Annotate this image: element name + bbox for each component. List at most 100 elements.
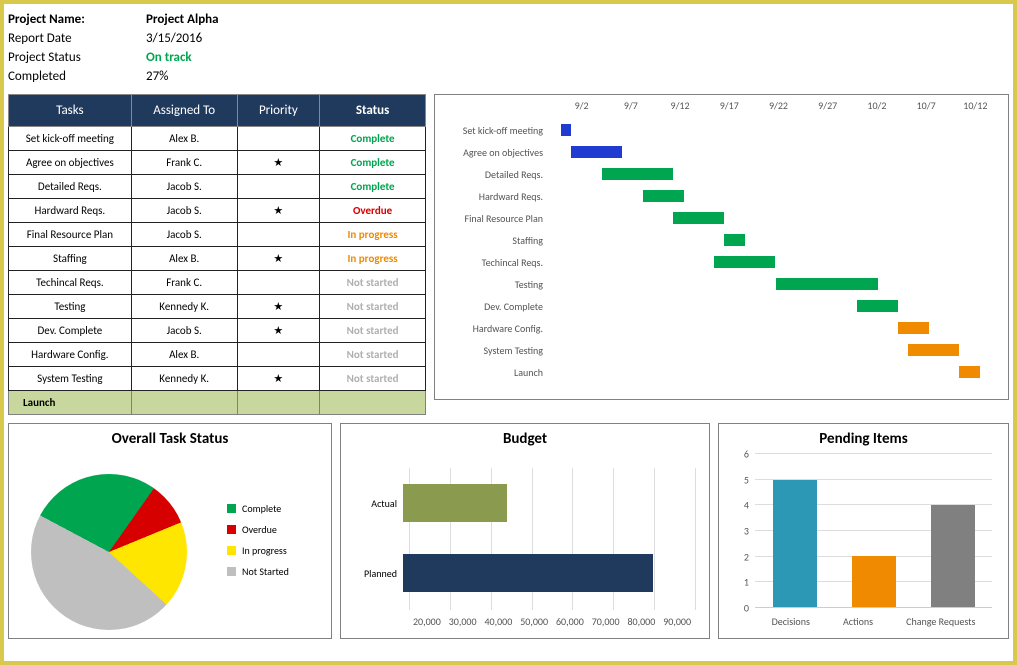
budget-x-tick: 80,000: [624, 615, 660, 628]
priority-cell: [237, 175, 320, 199]
gantt-bar: [602, 168, 673, 180]
legend-label: Overdue: [242, 523, 277, 536]
gantt-bar: [908, 344, 959, 356]
table-row: System Testing Kennedy K. ★ Not started: [9, 367, 426, 391]
completed-value: 27%: [146, 69, 168, 84]
gantt-task-label: System Testing: [435, 344, 551, 357]
gantt-x-tick: 9/7: [606, 99, 655, 112]
legend-swatch: [227, 567, 236, 576]
gantt-bar: [898, 322, 929, 334]
gantt-row: Set kick-off meeting: [435, 119, 1000, 141]
legend-item: Complete: [227, 502, 289, 515]
status-cell: Complete: [320, 127, 426, 151]
status-cell: Complete: [320, 175, 426, 199]
status-cell: Not started: [320, 295, 426, 319]
priority-cell: [237, 223, 320, 247]
gantt-x-tick: 9/12: [655, 99, 704, 112]
gantt-bar: [724, 234, 744, 246]
assigned-cell: Alex B.: [131, 343, 237, 367]
gantt-row: Hardward Reqs.: [435, 185, 1000, 207]
gantt-task-label: Hardware Config.: [435, 322, 551, 335]
overall-status-card: Overall Task Status Complete Overdue In pr…: [8, 423, 332, 639]
gantt-bar: [714, 256, 775, 268]
task-name-cell: Hardward Reqs.: [9, 199, 132, 223]
task-name-cell: Techincal Reqs.: [9, 271, 132, 295]
assigned-cell: Jacob S.: [131, 175, 237, 199]
priority-cell: ★: [237, 247, 320, 271]
priority-cell: [237, 271, 320, 295]
gantt-row: Launch: [435, 361, 1000, 383]
priority-cell: ★: [237, 199, 320, 223]
gantt-x-tick: 9/17: [705, 99, 754, 112]
gantt-chart: 9/29/79/129/179/229/2710/210/710/12 Set …: [434, 94, 1009, 400]
gantt-task-label: Techincal Reqs.: [435, 256, 551, 269]
legend-item: Not Started: [227, 565, 289, 578]
budget-x-tick: 70,000: [588, 615, 624, 628]
status-cell: Not started: [320, 367, 426, 391]
legend-swatch: [227, 546, 236, 555]
task-name-cell: Agree on objectives: [9, 151, 132, 175]
task-name-cell: Set kick-off meeting: [9, 127, 132, 151]
budget-series-label: Actual: [355, 497, 403, 510]
gantt-task-label: Testing: [435, 278, 551, 291]
pending-x-label: Decisions: [772, 615, 810, 628]
legend-label: Complete: [242, 502, 281, 515]
assigned-cell: Jacob S.: [131, 223, 237, 247]
report-date-value: 3/15/2016: [146, 31, 202, 46]
pending-y-tick: 1: [744, 576, 749, 589]
table-row: Staffing Alex B. ★ In progress: [9, 247, 426, 271]
pending-y-tick: 0: [744, 602, 749, 615]
gantt-row: Hardware Config.: [435, 317, 1000, 339]
legend-swatch: [227, 525, 236, 534]
legend-label: In progress: [242, 544, 287, 557]
project-status-value: On track: [146, 50, 192, 65]
legend-swatch: [227, 504, 236, 513]
gantt-x-tick: 10/12: [951, 99, 1000, 112]
gantt-row: Agree on objectives: [435, 141, 1000, 163]
task-name-cell: System Testing: [9, 367, 132, 391]
gantt-bar: [571, 146, 622, 158]
budget-title: Budget: [341, 424, 709, 448]
task-name-cell: Hardware Config.: [9, 343, 132, 367]
pending-y-tick: 4: [744, 499, 749, 512]
gantt-row: Testing: [435, 273, 1000, 295]
priority-cell: [237, 343, 320, 367]
table-row: Agree on objectives Frank C. ★ Complete: [9, 151, 426, 175]
gantt-x-tick: 9/27: [803, 99, 852, 112]
task-name-cell: Staffing: [9, 247, 132, 271]
priority-cell: ★: [237, 319, 320, 343]
gantt-x-tick: 10/7: [902, 99, 951, 112]
launch-row: Launch: [9, 391, 426, 415]
task-table-header: Priority: [237, 95, 320, 127]
gantt-task-label: Launch: [435, 366, 551, 379]
gantt-row: System Testing: [435, 339, 1000, 361]
task-table: TasksAssigned ToPriorityStatus Set kick-…: [8, 94, 426, 415]
status-cell: Complete: [320, 151, 426, 175]
table-row: Final Resource Plan Jacob S. In progress: [9, 223, 426, 247]
overall-status-title: Overall Task Status: [9, 424, 331, 448]
project-name-label: Project Name:: [8, 12, 146, 27]
table-row: Hardward Reqs. Jacob S. ★ Overdue: [9, 199, 426, 223]
budget-x-tick: 30,000: [445, 615, 481, 628]
project-status-label: Project Status: [8, 50, 146, 65]
header: Project Name:Project Alpha Report Date3/…: [4, 4, 1013, 90]
pie-disc: [31, 474, 187, 630]
gantt-task-label: Agree on objectives: [435, 146, 551, 159]
assigned-cell: Jacob S.: [131, 199, 237, 223]
status-cell: In progress: [320, 247, 426, 271]
table-row: Hardware Config. Alex B. Not started: [9, 343, 426, 367]
budget-series-label: Planned: [355, 567, 403, 580]
assigned-cell: Frank C.: [131, 271, 237, 295]
gantt-row: Dev. Complete: [435, 295, 1000, 317]
budget-x-tick: 60,000: [552, 615, 588, 628]
legend-label: Not Started: [242, 565, 289, 578]
budget-bar: [403, 554, 653, 592]
pending-x-label: Actions: [843, 615, 873, 628]
pending-card: Pending Items 0123456 DecisionsActionsCh…: [718, 423, 1009, 639]
status-cell: Not started: [320, 271, 426, 295]
gantt-task-label: Set kick-off meeting: [435, 124, 551, 137]
gantt-row: Techincal Reqs.: [435, 251, 1000, 273]
pending-y-tick: 3: [744, 525, 749, 538]
completed-label: Completed: [8, 69, 146, 84]
gantt-task-label: Detailed Reqs.: [435, 168, 551, 181]
